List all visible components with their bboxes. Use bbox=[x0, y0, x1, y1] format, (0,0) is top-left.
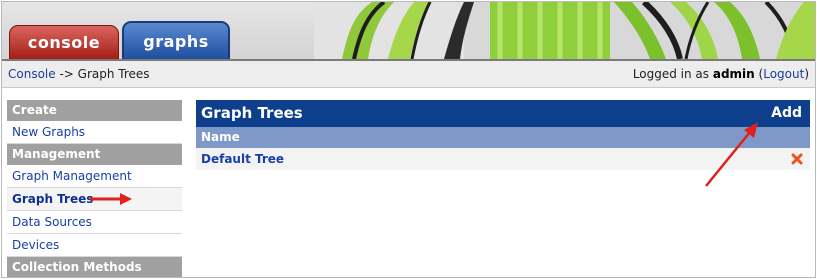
login-prefix: Logged in as bbox=[632, 67, 713, 81]
logout-link[interactable]: Logout bbox=[763, 67, 804, 81]
breadcrumb-console-link[interactable]: Console bbox=[8, 67, 56, 81]
tree-name-link[interactable]: Default Tree bbox=[201, 148, 284, 170]
nav-bar: Console -> Graph Trees Logged in as admi… bbox=[2, 61, 815, 88]
login-username: admin bbox=[712, 67, 755, 81]
add-button[interactable]: Add bbox=[771, 100, 802, 127]
breadcrumb: Console -> Graph Trees bbox=[8, 61, 150, 87]
menu-heading-create: Create bbox=[7, 100, 182, 121]
menu-item-graph-trees-label: Graph Trees bbox=[12, 192, 94, 206]
menu-item-devices[interactable]: Devices bbox=[7, 234, 182, 257]
menu-heading-collection-methods: Collection Methods bbox=[7, 257, 182, 277]
app-frame: console graphs Console -> Graph Trees Lo… bbox=[1, 1, 816, 278]
breadcrumb-current: Graph Trees bbox=[77, 67, 150, 81]
sidebar-menu: Create New Graphs Management Graph Manag… bbox=[7, 100, 182, 277]
delete-x-icon[interactable] bbox=[790, 148, 804, 170]
cactus-banner-image bbox=[314, 2, 815, 59]
tab-console[interactable]: console bbox=[9, 25, 119, 59]
page-title: Graph Trees bbox=[201, 104, 303, 122]
annotation-arrow-icon bbox=[705, 122, 758, 187]
menu-item-data-sources[interactable]: Data Sources bbox=[7, 211, 182, 234]
menu-item-graph-trees[interactable]: Graph Trees bbox=[7, 188, 182, 211]
menu-item-graph-management[interactable]: Graph Management bbox=[7, 165, 182, 188]
annotation-arrow-icon bbox=[90, 193, 132, 205]
login-status: Logged in as admin (Logout) bbox=[632, 67, 809, 81]
menu-heading-management: Management bbox=[7, 144, 182, 165]
header-banner: console graphs bbox=[2, 2, 815, 61]
tab-graphs[interactable]: graphs bbox=[122, 21, 230, 59]
breadcrumb-separator: -> bbox=[55, 67, 78, 81]
menu-item-new-graphs[interactable]: New Graphs bbox=[7, 121, 182, 144]
